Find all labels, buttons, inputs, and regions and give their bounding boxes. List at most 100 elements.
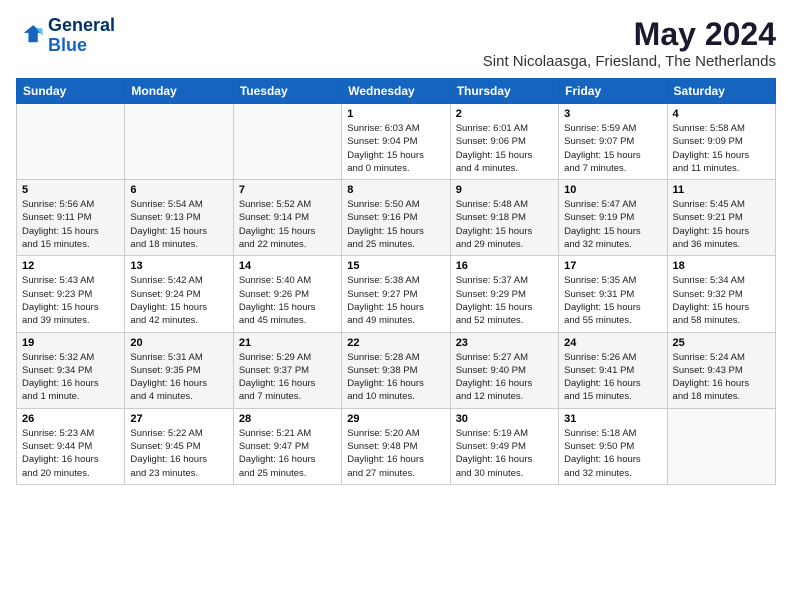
day-info: Sunrise: 5:58 AM Sunset: 9:09 PM Dayligh… [673, 122, 770, 175]
calendar-table: SundayMondayTuesdayWednesdayThursdayFrid… [16, 78, 776, 485]
logo-text-line1: General [48, 16, 115, 36]
calendar-cell: 9 Sunrise: 5:48 AM Sunset: 9:18 PM Daylig… [450, 180, 558, 256]
header-cell-sunday: Sunday [17, 79, 125, 104]
header-cell-friday: Friday [559, 79, 667, 104]
day-number: 14 [239, 260, 336, 272]
calendar-cell: 4 Sunrise: 5:58 AM Sunset: 9:09 PM Daylig… [667, 104, 775, 180]
day-info: Sunrise: 5:24 AM Sunset: 9:43 PM Dayligh… [673, 351, 770, 404]
day-info: Sunrise: 5:29 AM Sunset: 9:37 PM Dayligh… [239, 351, 336, 404]
header-row: SundayMondayTuesdayWednesdayThursdayFrid… [17, 79, 776, 104]
calendar-cell: 30Sunrise: 5:19 AM Sunset: 9:49 PM Dayli… [450, 408, 558, 484]
calendar-cell: 15 Sunrise: 5:38 AM Sunset: 9:27 PM Dayli… [342, 256, 450, 332]
calendar-cell: 3 Sunrise: 5:59 AM Sunset: 9:07 PM Daylig… [559, 104, 667, 180]
day-info: Sunrise: 6:01 AM Sunset: 9:06 PM Dayligh… [456, 122, 553, 175]
calendar-cell: 18 Sunrise: 5:34 AM Sunset: 9:32 PM Dayli… [667, 256, 775, 332]
day-number: 9 [456, 184, 553, 196]
day-number: 18 [673, 260, 770, 272]
day-number: 28 [239, 413, 336, 425]
day-number: 17 [564, 260, 661, 272]
day-number: 11 [673, 184, 770, 196]
day-info: Sunrise: 5:21 AM Sunset: 9:47 PM Dayligh… [239, 427, 336, 480]
day-info: Sunrise: 5:47 AM Sunset: 9:19 PM Dayligh… [564, 198, 661, 251]
day-info: Sunrise: 5:32 AM Sunset: 9:34 PM Dayligh… [22, 351, 119, 404]
day-info: Sunrise: 5:34 AM Sunset: 9:32 PM Dayligh… [673, 274, 770, 327]
logo-text-line2: Blue [48, 36, 115, 56]
day-info: Sunrise: 5:22 AM Sunset: 9:45 PM Dayligh… [130, 427, 227, 480]
day-info: Sunrise: 5:28 AM Sunset: 9:38 PM Dayligh… [347, 351, 444, 404]
day-number: 15 [347, 260, 444, 272]
day-info: Sunrise: 5:23 AM Sunset: 9:44 PM Dayligh… [22, 427, 119, 480]
day-number: 22 [347, 337, 444, 349]
day-info: Sunrise: 5:40 AM Sunset: 9:26 PM Dayligh… [239, 274, 336, 327]
logo-icon [16, 22, 44, 50]
day-number: 5 [22, 184, 119, 196]
day-number: 3 [564, 108, 661, 120]
calendar-cell: 10Sunrise: 5:47 AM Sunset: 9:19 PM Dayli… [559, 180, 667, 256]
calendar-cell: 22 Sunrise: 5:28 AM Sunset: 9:38 PM Dayli… [342, 332, 450, 408]
day-info: Sunrise: 5:38 AM Sunset: 9:27 PM Dayligh… [347, 274, 444, 327]
calendar-cell: 24Sunrise: 5:26 AM Sunset: 9:41 PM Dayli… [559, 332, 667, 408]
day-info: Sunrise: 5:48 AM Sunset: 9:18 PM Dayligh… [456, 198, 553, 251]
logo: General Blue [16, 16, 115, 56]
day-number: 21 [239, 337, 336, 349]
day-number: 16 [456, 260, 553, 272]
day-info: Sunrise: 5:59 AM Sunset: 9:07 PM Dayligh… [564, 122, 661, 175]
day-info: Sunrise: 5:35 AM Sunset: 9:31 PM Dayligh… [564, 274, 661, 327]
day-info: Sunrise: 5:56 AM Sunset: 9:11 PM Dayligh… [22, 198, 119, 251]
day-info: Sunrise: 5:45 AM Sunset: 9:21 PM Dayligh… [673, 198, 770, 251]
week-row-5: 26 Sunrise: 5:23 AM Sunset: 9:44 PM Dayli… [17, 408, 776, 484]
calendar-cell: 13Sunrise: 5:42 AM Sunset: 9:24 PM Dayli… [125, 256, 233, 332]
week-row-4: 19 Sunrise: 5:32 AM Sunset: 9:34 PM Dayli… [17, 332, 776, 408]
calendar-cell: 19 Sunrise: 5:32 AM Sunset: 9:34 PM Dayli… [17, 332, 125, 408]
calendar-cell: 11 Sunrise: 5:45 AM Sunset: 9:21 PM Dayli… [667, 180, 775, 256]
calendar-cell: 8 Sunrise: 5:50 AM Sunset: 9:16 PM Daylig… [342, 180, 450, 256]
day-info: Sunrise: 5:42 AM Sunset: 9:24 PM Dayligh… [130, 274, 227, 327]
calendar-cell [667, 408, 775, 484]
day-number: 2 [456, 108, 553, 120]
day-number: 26 [22, 413, 119, 425]
calendar-cell: 27Sunrise: 5:22 AM Sunset: 9:45 PM Dayli… [125, 408, 233, 484]
calendar-cell: 16 Sunrise: 5:37 AM Sunset: 9:29 PM Dayli… [450, 256, 558, 332]
day-info: Sunrise: 5:37 AM Sunset: 9:29 PM Dayligh… [456, 274, 553, 327]
day-info: Sunrise: 5:50 AM Sunset: 9:16 PM Dayligh… [347, 198, 444, 251]
calendar-cell: 17 Sunrise: 5:35 AM Sunset: 9:31 PM Dayli… [559, 256, 667, 332]
day-number: 8 [347, 184, 444, 196]
calendar-cell: 2 Sunrise: 6:01 AM Sunset: 9:06 PM Daylig… [450, 104, 558, 180]
calendar-cell: 6Sunrise: 5:54 AM Sunset: 9:13 PM Daylig… [125, 180, 233, 256]
main-title: May 2024 [483, 16, 776, 53]
day-info: Sunrise: 5:43 AM Sunset: 9:23 PM Dayligh… [22, 274, 119, 327]
page-header: General Blue May 2024 Sint Nicolaasga, F… [16, 16, 776, 70]
day-number: 6 [130, 184, 227, 196]
day-info: Sunrise: 5:19 AM Sunset: 9:49 PM Dayligh… [456, 427, 553, 480]
calendar-cell: 7Sunrise: 5:52 AM Sunset: 9:14 PM Daylig… [233, 180, 341, 256]
calendar-cell: 14 Sunrise: 5:40 AM Sunset: 9:26 PM Dayli… [233, 256, 341, 332]
header-cell-wednesday: Wednesday [342, 79, 450, 104]
day-number: 29 [347, 413, 444, 425]
week-row-1: 1 Sunrise: 6:03 AM Sunset: 9:04 PM Daylig… [17, 104, 776, 180]
day-number: 1 [347, 108, 444, 120]
calendar-cell: 23Sunrise: 5:27 AM Sunset: 9:40 PM Dayli… [450, 332, 558, 408]
day-number: 12 [22, 260, 119, 272]
calendar-header: SundayMondayTuesdayWednesdayThursdayFrid… [17, 79, 776, 104]
day-number: 23 [456, 337, 553, 349]
header-cell-thursday: Thursday [450, 79, 558, 104]
calendar-cell [233, 104, 341, 180]
day-number: 20 [130, 337, 227, 349]
calendar-cell [17, 104, 125, 180]
day-info: Sunrise: 5:26 AM Sunset: 9:41 PM Dayligh… [564, 351, 661, 404]
calendar-cell: 5 Sunrise: 5:56 AM Sunset: 9:11 PM Daylig… [17, 180, 125, 256]
calendar-body: 1 Sunrise: 6:03 AM Sunset: 9:04 PM Daylig… [17, 104, 776, 485]
day-info: Sunrise: 5:18 AM Sunset: 9:50 PM Dayligh… [564, 427, 661, 480]
calendar-cell: 1 Sunrise: 6:03 AM Sunset: 9:04 PM Daylig… [342, 104, 450, 180]
day-number: 31 [564, 413, 661, 425]
calendar-cell: 20 Sunrise: 5:31 AM Sunset: 9:35 PM Dayli… [125, 332, 233, 408]
header-cell-tuesday: Tuesday [233, 79, 341, 104]
day-info: Sunrise: 5:31 AM Sunset: 9:35 PM Dayligh… [130, 351, 227, 404]
day-number: 4 [673, 108, 770, 120]
calendar-cell: 25Sunrise: 5:24 AM Sunset: 9:43 PM Dayli… [667, 332, 775, 408]
day-info: Sunrise: 5:20 AM Sunset: 9:48 PM Dayligh… [347, 427, 444, 480]
day-info: Sunrise: 6:03 AM Sunset: 9:04 PM Dayligh… [347, 122, 444, 175]
subtitle: Sint Nicolaasga, Friesland, The Netherla… [483, 53, 776, 70]
day-number: 19 [22, 337, 119, 349]
title-area: May 2024 Sint Nicolaasga, Friesland, The… [483, 16, 776, 70]
